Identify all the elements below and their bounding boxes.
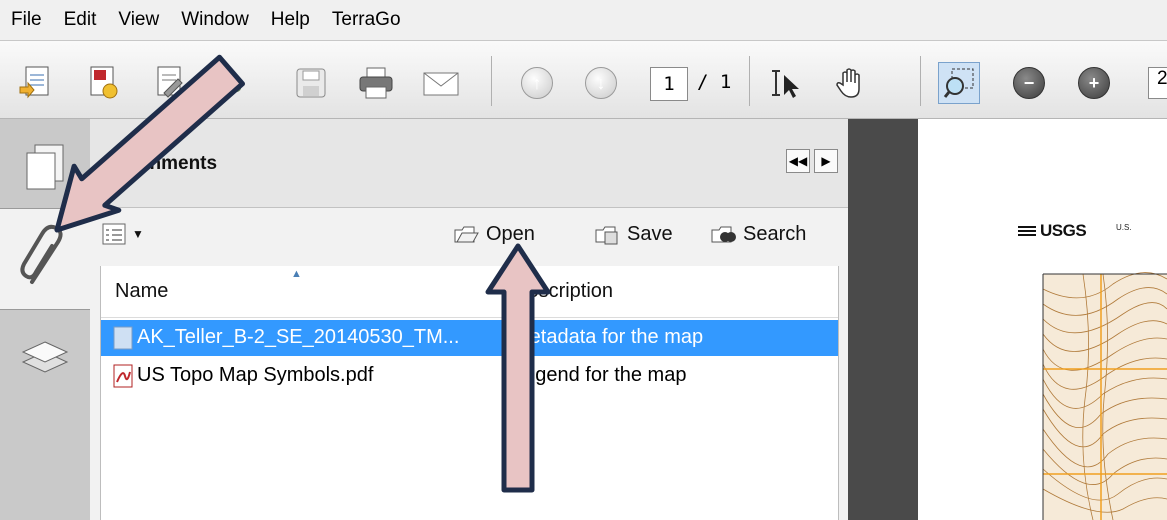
navigation-pane: [0, 119, 92, 520]
toolbar-separator: [491, 56, 492, 106]
menu-bar: File Edit View Window Help TerraGo: [0, 0, 1167, 41]
menu-window[interactable]: Window: [170, 9, 260, 31]
save-attachment-button[interactable]: Save: [593, 222, 673, 246]
zoom-out-icon[interactable]: −: [1010, 64, 1048, 102]
sort-ascending-icon: ▲: [291, 268, 302, 280]
chevron-down-icon: ▼: [132, 227, 144, 241]
next-page-icon[interactable]: ↓: [582, 64, 620, 102]
layers-tab[interactable]: [0, 309, 90, 409]
toolbar: ↑ ↓ 1 / 1 − + 2: [0, 41, 1167, 119]
menu-edit[interactable]: Edit: [53, 9, 108, 31]
document-page[interactable]: USGS U.S.: [918, 119, 1167, 520]
column-name-label: Name: [115, 280, 169, 302]
table-row[interactable]: US Topo Map Symbols.pdf Legend for the m…: [101, 358, 838, 394]
prev-page-icon[interactable]: ↑: [518, 64, 556, 102]
zoom-level-input[interactable]: 2: [1148, 67, 1167, 99]
layers-icon: [21, 341, 69, 373]
hand-icon[interactable]: [832, 64, 870, 102]
text-file-icon: [113, 326, 133, 350]
edit-icon[interactable]: [150, 64, 188, 102]
page-total: / 1: [697, 71, 732, 93]
attachment-name: AK_Teller_B-2_SE_20140530_TM...: [137, 326, 460, 348]
export-icon[interactable]: [83, 64, 121, 102]
panel-header: Attachments ◀◀ ▶: [90, 119, 848, 208]
select-icon[interactable]: [767, 64, 805, 102]
attachment-description: Legend for the map: [513, 364, 687, 386]
save-attachment-icon: [595, 226, 618, 245]
email-icon[interactable]: [421, 64, 459, 102]
panel-title: Attachments: [102, 153, 218, 174]
open-label: Open: [486, 222, 535, 245]
attachment-description: Metadata for the map: [513, 326, 704, 348]
column-header-name[interactable]: ▲ Name: [101, 266, 503, 318]
menu-file[interactable]: File: [0, 9, 53, 31]
expand-panel-button[interactable]: ▶: [814, 149, 838, 173]
toolbar-separator: [920, 56, 921, 106]
table-row[interactable]: AK_Teller_B-2_SE_20140530_TM... Metadata…: [101, 320, 838, 356]
topographic-map-image: [1042, 272, 1167, 520]
logo-text: USGS: [1040, 221, 1087, 240]
page-number-input[interactable]: 1: [650, 67, 688, 101]
usgs-wave-icon: [1018, 226, 1036, 236]
panel-toolbar: ▼ Open Save Search: [90, 208, 848, 264]
save-icon[interactable]: [292, 64, 330, 102]
collapse-panel-button[interactable]: ◀◀: [786, 149, 810, 173]
map-header-text: U.S.: [1116, 223, 1132, 232]
column-header-description[interactable]: Description: [503, 266, 838, 318]
print-icon[interactable]: [357, 64, 395, 102]
pages-icon: [26, 144, 64, 190]
menu-terrago[interactable]: TerraGo: [321, 9, 412, 31]
zoom-in-icon[interactable]: +: [1075, 64, 1113, 102]
attachments-table: ▲ Name Description AK_Teller_B-2_SE_2014…: [100, 266, 839, 520]
create-icon[interactable]: [16, 64, 54, 102]
pdf-file-icon: [113, 364, 133, 388]
menu-view[interactable]: View: [107, 9, 170, 31]
options-menu-button[interactable]: ▼: [102, 222, 144, 246]
upload-icon[interactable]: [203, 64, 241, 102]
save-label: Save: [627, 222, 673, 245]
search-attachment-icon: [711, 226, 736, 243]
attachments-tab[interactable]: [0, 208, 92, 310]
search-label: Search: [743, 222, 807, 245]
toolbar-separator: [749, 56, 750, 106]
paperclip-icon: [20, 224, 63, 284]
open-folder-icon: [454, 226, 479, 243]
attachment-name: US Topo Map Symbols.pdf: [137, 364, 374, 386]
menu-help[interactable]: Help: [260, 9, 321, 31]
document-view-background: [848, 119, 918, 520]
open-attachment-button[interactable]: Open: [452, 222, 535, 246]
search-attachment-button[interactable]: Search: [709, 222, 806, 246]
page-thumbnails-tab[interactable]: [0, 119, 90, 219]
panel-controls: ◀◀ ▶: [786, 149, 838, 173]
column-description-label: Description: [513, 280, 614, 302]
usgs-logo: USGS: [1018, 221, 1087, 241]
list-options-icon: [102, 223, 126, 245]
marquee-zoom-icon[interactable]: [938, 62, 980, 104]
